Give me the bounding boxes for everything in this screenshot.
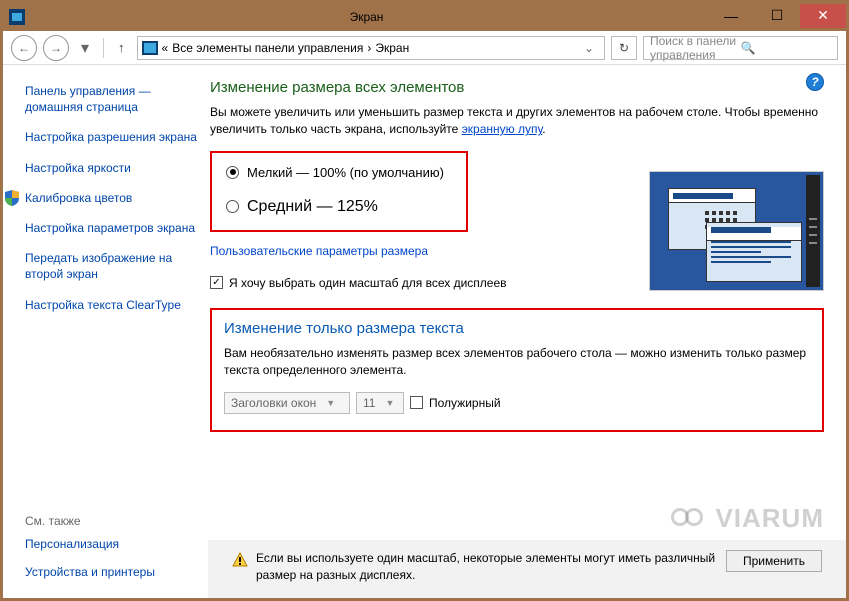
warning-icon	[232, 552, 248, 568]
checkbox-icon	[410, 396, 423, 409]
warning-text: Если вы используете один масштаб, некото…	[256, 550, 726, 584]
magnifier-link[interactable]: экранную лупу	[462, 122, 543, 136]
preview-image	[649, 171, 824, 291]
element-select[interactable]: Заголовки окон▼	[224, 392, 350, 414]
radio-icon	[226, 166, 239, 179]
back-button[interactable]: ←	[11, 35, 37, 61]
footer: Если вы используете один масштаб, некото…	[208, 540, 846, 598]
watermark: VIARUM	[671, 503, 824, 534]
navbar: ← → ▾ ↑ « Все элементы панели управления…	[3, 31, 846, 65]
main: ? Изменение размера всех элементов Вы мо…	[208, 65, 846, 598]
forward-button[interactable]: →	[43, 35, 69, 61]
seealso-personalization[interactable]: Персонализация	[25, 536, 155, 552]
sidebar-item-project[interactable]: Передать изображение на второй экран	[25, 250, 198, 282]
sidebar-item-calibration[interactable]: Калибровка цветов	[25, 190, 198, 206]
text-size-highlight: Изменение только размера текста Вам необ…	[210, 308, 824, 432]
minimize-button[interactable]: —	[708, 4, 754, 28]
radio-icon	[226, 200, 239, 213]
bold-checkbox[interactable]: Полужирный	[410, 396, 501, 410]
sidebar-item-resolution[interactable]: Настройка разрешения экрана	[25, 129, 198, 145]
breadcrumb-prefix: «	[162, 41, 169, 55]
apply-button[interactable]: Применить	[726, 550, 822, 572]
address-bar[interactable]: « Все элементы панели управления › Экран…	[137, 36, 605, 60]
separator	[103, 38, 104, 58]
app-icon	[9, 9, 25, 25]
search-icon[interactable]: 🔍	[741, 41, 832, 55]
seealso-title: См. также	[25, 514, 155, 528]
location-icon	[142, 41, 158, 55]
close-button[interactable]: ✕	[800, 4, 846, 28]
history-dropdown-icon[interactable]: ▾	[75, 38, 95, 58]
breadcrumb-item[interactable]: Экран	[375, 41, 409, 55]
sidebar-item-cleartype[interactable]: Настройка текста ClearType	[25, 297, 198, 313]
one-scale-label: Я хочу выбрать один масштаб для всех дис…	[229, 276, 507, 290]
heading-resize-all: Изменение размера всех элементов	[210, 79, 824, 96]
up-button[interactable]: ↑	[112, 40, 131, 55]
desc-resize-all: Вы можете увеличить или уменьшить размер…	[210, 104, 824, 139]
breadcrumb-item[interactable]: Все элементы панели управления	[172, 41, 363, 55]
titlebar: Экран — ☐ ✕	[3, 3, 846, 31]
radio-small[interactable]: Мелкий — 100% (по умолчанию)	[226, 165, 452, 180]
help-icon[interactable]: ?	[806, 73, 824, 91]
checkbox-icon: ✓	[210, 276, 223, 289]
breadcrumb-sep: ›	[367, 41, 371, 55]
desc-text-only: Вам необязательно изменять размер всех э…	[224, 345, 810, 380]
search-placeholder: Поиск в панели управления	[650, 34, 741, 62]
content: Панель управления — домашняя страница На…	[3, 65, 846, 598]
shield-icon	[5, 190, 19, 206]
window: Экран — ☐ ✕ ← → ▾ ↑ « Все элементы панел…	[3, 3, 846, 598]
custom-size-link[interactable]: Пользовательские параметры размера	[210, 244, 428, 258]
address-dropdown-icon[interactable]: ⌄	[578, 41, 600, 55]
search-input[interactable]: Поиск в панели управления 🔍	[643, 36, 838, 60]
refresh-button[interactable]: ↻	[611, 36, 637, 60]
radio-medium-label: Средний — 125%	[247, 198, 378, 216]
heading-text-only: Изменение только размера текста	[224, 320, 810, 337]
radio-medium[interactable]: Средний — 125%	[226, 198, 452, 216]
sidebar-item-params[interactable]: Настройка параметров экрана	[25, 220, 198, 236]
seealso: См. также Персонализация Устройства и пр…	[25, 514, 155, 584]
bold-label: Полужирный	[429, 396, 501, 410]
maximize-button[interactable]: ☐	[754, 4, 800, 28]
sidebar-item-brightness[interactable]: Настройка яркости	[25, 160, 198, 176]
fontsize-select[interactable]: 11▼	[356, 392, 404, 414]
radio-small-label: Мелкий — 100% (по умолчанию)	[247, 165, 444, 180]
seealso-devices[interactable]: Устройства и принтеры	[25, 564, 155, 580]
sidebar-item-home[interactable]: Панель управления — домашняя страница	[25, 83, 198, 115]
sidebar: Панель управления — домашняя страница На…	[3, 65, 208, 598]
scale-options-highlight: Мелкий — 100% (по умолчанию) Средний — 1…	[210, 151, 468, 232]
window-title: Экран	[25, 10, 708, 24]
